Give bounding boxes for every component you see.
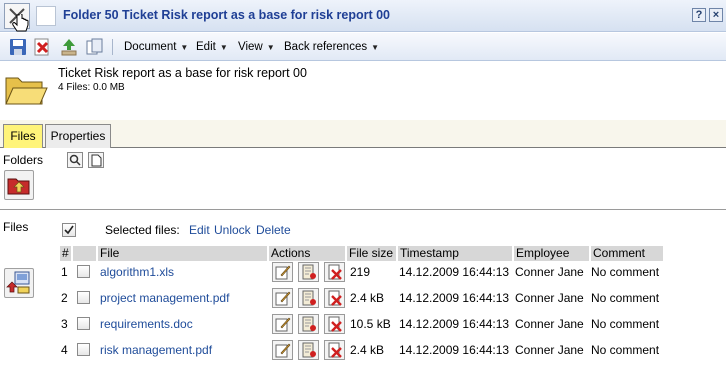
edit-icon [275, 265, 291, 280]
section-divider [0, 209, 726, 210]
delete-file-button[interactable] [324, 314, 345, 334]
timestamp: 14.12.2009 16:44:13 [399, 343, 510, 357]
lock-document-icon [302, 342, 316, 358]
edit-icon [275, 291, 291, 306]
file-link[interactable]: requirements.doc [100, 317, 193, 331]
lock-document-icon [302, 264, 316, 280]
row-number: 2 [61, 291, 68, 305]
file-link[interactable]: risk management.pdf [100, 343, 212, 357]
row-number: 1 [61, 265, 68, 279]
col-header-file-size[interactable]: File size [347, 246, 396, 261]
folder-up-button[interactable] [4, 170, 34, 200]
unlock-link[interactable]: Unlock [214, 223, 251, 237]
upload-file-icon [6, 271, 30, 294]
col-header-actions: Actions [269, 246, 345, 261]
folder-checkbox[interactable] [36, 6, 56, 26]
col-header-select [73, 246, 96, 261]
employee: Conner Jane [515, 317, 584, 331]
row-checkbox[interactable] [77, 265, 90, 278]
comment: No comment [591, 291, 660, 305]
delete-file-button[interactable] [324, 340, 345, 360]
menu-document[interactable]: Document ▼ [124, 41, 188, 53]
col-header-comment[interactable]: Comment [591, 246, 663, 261]
lock-document-icon [302, 316, 316, 332]
files-label: Files [3, 220, 29, 234]
row-checkbox[interactable] [77, 291, 90, 304]
file-summary: 4 Files: 0.0 MB [58, 82, 125, 93]
edit-file-button[interactable] [272, 340, 293, 360]
timestamp: 14.12.2009 16:44:13 [399, 317, 510, 331]
folder-up-icon [7, 178, 30, 195]
edit-file-button[interactable] [272, 314, 293, 334]
menu-back-references[interactable]: Back references ▼ [284, 41, 379, 53]
new-document-icon[interactable] [88, 152, 104, 168]
delete-link[interactable]: Delete [256, 223, 291, 237]
employee: Conner Jane [515, 265, 584, 279]
row-checkbox[interactable] [77, 317, 90, 330]
comment: No comment [591, 317, 660, 331]
timestamp: 14.12.2009 16:44:13 [399, 265, 510, 279]
row-number: 3 [61, 317, 68, 331]
toolbar-separator [112, 39, 113, 55]
delete-file-button[interactable] [324, 262, 345, 282]
file-size: 219 [350, 265, 371, 279]
delete-file-icon [328, 316, 342, 332]
col-header-file[interactable]: File [98, 246, 267, 261]
employee: Conner Jane [515, 291, 584, 305]
edit-file-button[interactable] [272, 262, 293, 282]
lock-file-button[interactable] [298, 340, 319, 360]
comment: No comment [591, 265, 660, 279]
col-header-timestamp[interactable]: Timestamp [398, 246, 512, 261]
lock-file-button[interactable] [298, 314, 319, 334]
delete-file-icon [328, 342, 342, 358]
row-number: 4 [61, 343, 68, 357]
upload-file-button[interactable] [4, 268, 34, 298]
file-link[interactable]: project management.pdf [100, 291, 229, 305]
file-size: 2.4 kB [350, 291, 385, 305]
delete-icon[interactable] [33, 38, 51, 56]
folder-icon [5, 77, 48, 105]
tab-properties[interactable]: Properties [45, 124, 111, 148]
menu-edit[interactable]: Edit ▼ [196, 41, 228, 53]
delete-file-icon [328, 290, 342, 306]
lock-file-button[interactable] [298, 262, 319, 282]
select-all-checkbox[interactable] [62, 223, 76, 237]
folders-label: Folders [3, 153, 44, 167]
menu-view[interactable]: View ▼ [238, 41, 275, 53]
row-checkbox[interactable] [77, 343, 90, 356]
lock-file-button[interactable] [298, 288, 319, 308]
help-button[interactable]: ? [692, 8, 706, 22]
edit-icon [275, 317, 291, 332]
delete-file-button[interactable] [324, 288, 345, 308]
delete-file-icon [328, 264, 342, 280]
file-size: 2.4 kB [350, 343, 385, 357]
search-icon[interactable] [67, 152, 83, 168]
col-header-employee[interactable]: Employee [514, 246, 589, 261]
tab-files[interactable]: Files [3, 124, 43, 148]
col-header-number: # [60, 246, 71, 261]
timestamp: 14.12.2009 16:44:13 [399, 291, 510, 305]
lock-document-icon [302, 290, 316, 306]
upload-icon[interactable] [60, 38, 78, 56]
page-title: Ticket Risk report as a base for risk re… [58, 66, 307, 80]
edit-icon [275, 343, 291, 358]
edit-link[interactable]: Edit [189, 223, 210, 237]
employee: Conner Jane [515, 343, 584, 357]
comment: No comment [591, 343, 660, 357]
close-window-button[interactable]: × [709, 8, 723, 22]
save-icon[interactable] [9, 38, 27, 56]
file-size: 10.5 kB [350, 317, 391, 331]
hand-cursor-icon [12, 14, 29, 32]
selected-files-label: Selected files: [105, 223, 180, 237]
file-link[interactable]: algorithm1.xls [100, 265, 174, 279]
copy-icon[interactable] [86, 38, 104, 56]
window-title: Folder 50 Ticket Risk report as a base f… [63, 8, 390, 22]
edit-file-button[interactable] [272, 288, 293, 308]
